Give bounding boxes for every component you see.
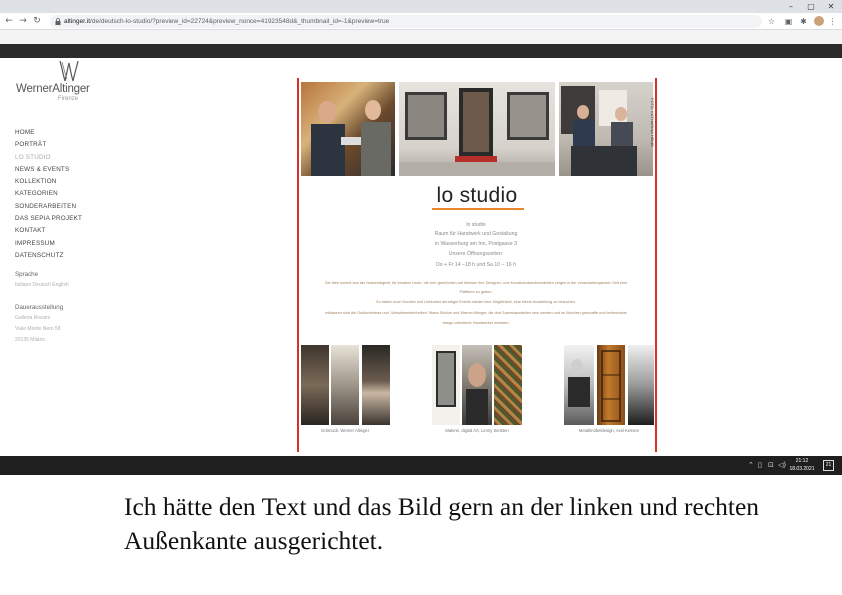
menu-item-sepia-projekt[interactable]: DAS SEPIA PROJEKT xyxy=(15,213,82,225)
bookmark-star-icon[interactable]: ☆ xyxy=(765,15,778,28)
menu-item-impressum[interactable]: IMPRESSUM xyxy=(15,238,82,250)
menu-item-portrait[interactable]: PORTRÄT xyxy=(15,139,82,151)
photo-two-people-sitting xyxy=(559,82,653,176)
address-line: Unsere Öffnungszeiten: xyxy=(448,251,504,257)
url-text: altinger.it/de/deutsch-lo-studio/?previe… xyxy=(64,15,389,28)
body-line: design-orientierte Handwerker einladen. xyxy=(442,321,510,325)
exhibit-heading: Dauerausstellung xyxy=(15,304,64,311)
photo-artwork-1 xyxy=(432,345,460,425)
photo-furniture-2 xyxy=(628,345,654,425)
photo-craftsman-1 xyxy=(301,345,329,425)
clock-time: 21:12 xyxy=(795,458,809,464)
language-links[interactable]: Italiano Deutsch English xyxy=(15,280,69,291)
lock-icon xyxy=(55,18,61,25)
main-menu: HOME PORTRÄT LO STUDIO NEWS & EVENTS KOL… xyxy=(15,127,82,262)
notification-center-icon[interactable]: 21 xyxy=(823,460,834,471)
reload-icon[interactable]: ↻ xyxy=(31,13,43,30)
logo-name[interactable]: WernerAltinger xyxy=(16,83,90,95)
caption-schmuck: Schmuck, Werner Altinger xyxy=(320,428,370,433)
photo-artwork-2 xyxy=(494,345,522,425)
profile-avatar[interactable] xyxy=(814,16,824,26)
page-top-band xyxy=(0,30,842,44)
photo-furniture-1 xyxy=(597,345,625,425)
photo-designer-portrait xyxy=(564,345,594,425)
address-line: lo studio xyxy=(466,222,486,228)
screenshot: – ▢ ✕ ← → ↻ altinger.it/de/deutsch-lo-st… xyxy=(0,0,842,475)
exhibit-line: 20135 Milano xyxy=(15,337,46,343)
chevron-up-icon[interactable]: ⌃ xyxy=(748,456,754,475)
body-line: So haben auch Kunden und Liebhaber derar… xyxy=(376,300,576,304)
photo-artist-portrait xyxy=(462,345,492,425)
clock-date: 18.03.2021 xyxy=(789,466,815,472)
address-line: Raum für Handwerk und Gestaltung xyxy=(434,231,518,237)
close-button[interactable]: ✕ xyxy=(822,0,840,13)
body-line: Initiatoren sind die Goldschmiede und „V… xyxy=(325,311,627,315)
admin-bar xyxy=(0,44,842,58)
photo-shop-front xyxy=(399,82,555,176)
right-edge-marker xyxy=(655,78,657,452)
photo-craftsman-3 xyxy=(362,345,390,425)
exhibit-line: Galleria Rossini xyxy=(15,315,51,321)
taskbar-clock[interactable]: 21:12 18.03.2021 xyxy=(784,457,820,473)
photo-people-talking xyxy=(301,82,395,176)
maximize-button[interactable]: ▢ xyxy=(802,0,820,13)
title-underline xyxy=(432,208,524,210)
network-icon[interactable]: ⊡ xyxy=(768,456,774,475)
photo-credit: FOTO: KATHARINA HEINE xyxy=(650,98,655,147)
menu-item-kontakt[interactable]: KONTAKT xyxy=(15,225,82,237)
menu-item-kollektion[interactable]: KOLLEKTION xyxy=(15,176,82,188)
url-host: altinger.it xyxy=(64,18,91,25)
caption-metallmoebel: Metallmöbeldesign, Axel Kessen xyxy=(578,428,640,433)
menu-item-home[interactable]: HOME xyxy=(15,127,82,139)
battery-icon[interactable]: ▯ xyxy=(758,456,762,475)
address-line: Do + Fr 14 –18 h und Sa 10 – 16 h xyxy=(435,262,517,268)
caption-malerei: Malerei, digital Art, Lenny Sietsten xyxy=(445,428,509,433)
menu-item-lo-studio[interactable]: LO STUDIO xyxy=(15,152,82,164)
minimize-button[interactable]: – xyxy=(782,0,800,13)
language-heading: Sprache xyxy=(15,271,39,278)
exhibit-line: Viale Monte Nero 58 xyxy=(15,326,61,332)
menu-item-datenschutz[interactable]: DATENSCHUTZ xyxy=(15,250,82,262)
puzzle-icon[interactable]: ✱ xyxy=(797,15,810,28)
address-bar[interactable]: altinger.it/de/deutsch-lo-studio/?previe… xyxy=(50,15,762,28)
arrow-right-icon[interactable]: → xyxy=(17,13,29,30)
body-line: Die Idee kommt aus der Notwendigkeit, fü… xyxy=(324,281,628,285)
menu-item-kategorien[interactable]: KATEGORIEN xyxy=(15,188,82,200)
user-comment: Ich hätte den Text und das Bild gern an … xyxy=(124,492,760,555)
address-line: in Wasserburg am Inn, Postgasse 3 xyxy=(435,241,517,247)
url-path: /de/deutsch-lo-studio/?preview_id=22724&… xyxy=(90,18,390,25)
browser-toolbar: ← → ↻ altinger.it/de/deutsch-lo-studio/?… xyxy=(0,13,842,30)
browser-titlebar: – ▢ ✕ xyxy=(0,0,842,13)
left-edge-marker xyxy=(297,78,299,452)
more-menu-icon[interactable]: ⋮ xyxy=(826,15,839,28)
extension-icon[interactable]: ▣ xyxy=(782,15,795,28)
arrow-left-icon[interactable]: ← xyxy=(3,13,15,30)
menu-item-news-events[interactable]: NEWS & EVENTS xyxy=(15,164,82,176)
menu-item-sonderarbeiten[interactable]: SONDERARBEITEN xyxy=(15,201,82,213)
page-title: lo studio xyxy=(436,184,518,207)
logo-mark-icon xyxy=(59,60,79,82)
windows-taskbar xyxy=(0,456,842,475)
logo-subtitle: Firenze xyxy=(58,96,79,102)
body-line: Plattform zu geben. xyxy=(459,290,493,294)
photo-craftsman-2 xyxy=(331,345,359,425)
